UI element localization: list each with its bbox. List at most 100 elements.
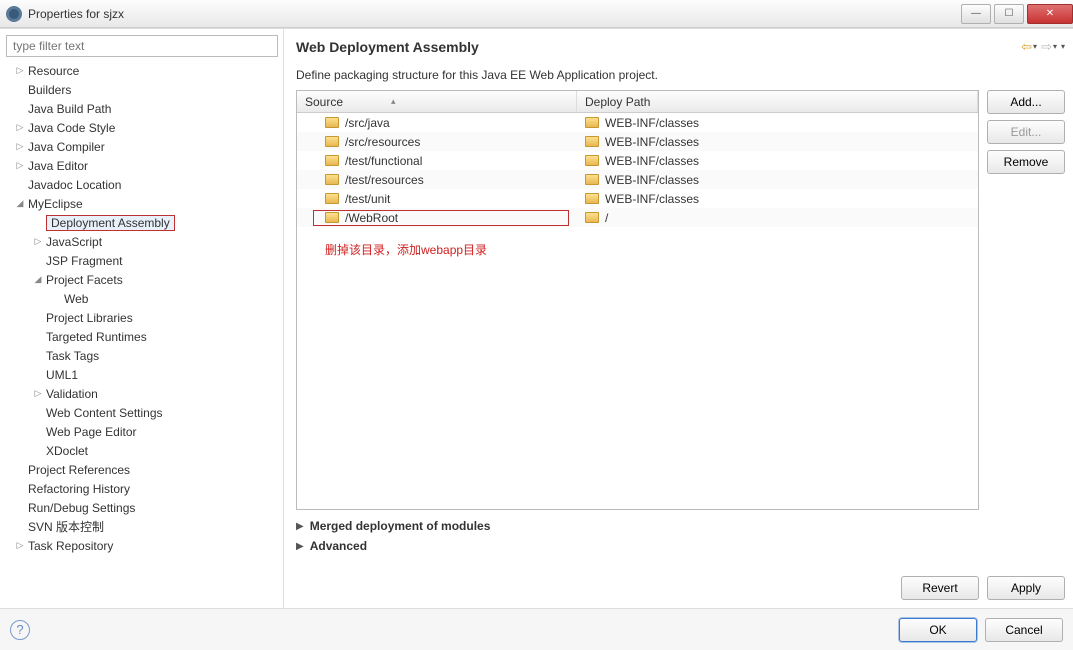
apply-button[interactable]: Apply — [987, 576, 1065, 600]
cell-source: /WebRoot — [297, 211, 577, 225]
revert-button[interactable]: Revert — [901, 576, 979, 600]
maximize-button[interactable]: ☐ — [994, 4, 1024, 24]
deploy-path: WEB-INF/classes — [605, 116, 699, 130]
column-deploy[interactable]: Deploy Path — [577, 91, 978, 112]
tree-item-refactoring-history[interactable]: Refactoring History — [6, 479, 279, 498]
tree-item-uml1[interactable]: UML1 — [6, 365, 279, 384]
annotation-text: 删掉该目录，添加webapp目录 — [297, 227, 978, 258]
triangle-right-icon: ▶ — [296, 541, 304, 552]
tree-item-label: Deployment Assembly — [46, 215, 175, 231]
tree-item-project-facets[interactable]: ◢Project Facets — [6, 270, 279, 289]
right-panel: Web Deployment Assembly ⇦▾ ⇨▾ ▾ Define p… — [284, 29, 1073, 608]
lower-buttons: Revert Apply — [296, 556, 1065, 608]
menu-dropdown-icon[interactable]: ▾ — [1061, 39, 1065, 55]
twisty-icon[interactable]: ▷ — [32, 236, 44, 247]
tree-item-jsp-fragment[interactable]: JSP Fragment — [6, 251, 279, 270]
tree-item-project-references[interactable]: Project References — [6, 460, 279, 479]
twisty-icon[interactable]: ▷ — [14, 122, 26, 133]
tree-item-label: JSP Fragment — [46, 254, 122, 268]
column-source[interactable]: Source ▴ — [297, 91, 577, 112]
tree-item-myeclipse[interactable]: ◢MyEclipse — [6, 194, 279, 213]
folder-icon — [325, 174, 339, 185]
remove-button[interactable]: Remove — [987, 150, 1065, 174]
ok-button[interactable]: OK — [899, 618, 977, 642]
table-row[interactable]: /src/java WEB-INF/classes — [297, 113, 978, 132]
tree-item-java-build-path[interactable]: Java Build Path — [6, 99, 279, 118]
tree-item-resource[interactable]: ▷Resource — [6, 61, 279, 80]
twisty-icon[interactable]: ▷ — [14, 141, 26, 152]
tree-item-web-page-editor[interactable]: Web Page Editor — [6, 422, 279, 441]
window-controls: — ☐ ✕ — [958, 4, 1073, 24]
minimize-button[interactable]: — — [961, 4, 991, 24]
table-row[interactable]: /test/resourcesWEB-INF/classes — [297, 170, 978, 189]
edit-button[interactable]: Edit... — [987, 120, 1065, 144]
source-path: /src/java — [345, 116, 390, 130]
tree-item-project-libraries[interactable]: Project Libraries — [6, 308, 279, 327]
twisty-icon[interactable]: ◢ — [32, 274, 44, 285]
tree-item-run-debug-settings[interactable]: Run/Debug Settings — [6, 498, 279, 517]
tree-item-java-compiler[interactable]: ▷Java Compiler — [6, 137, 279, 156]
back-arrow-icon[interactable]: ⇦▾ — [1021, 39, 1037, 55]
tree-item-label: Project Facets — [46, 273, 123, 287]
tree-item-task-tags[interactable]: Task Tags — [6, 346, 279, 365]
twisty-icon[interactable]: ◢ — [14, 198, 26, 209]
cell-deploy: WEB-INF/classes — [577, 116, 978, 130]
tree-item-task-repository[interactable]: ▷Task Repository — [6, 536, 279, 555]
deploy-path: WEB-INF/classes — [605, 135, 699, 149]
tree-item-label: Javadoc Location — [28, 178, 121, 192]
tree-item-javadoc-location[interactable]: Javadoc Location — [6, 175, 279, 194]
content-area: ▷ResourceBuildersJava Build Path▷Java Co… — [0, 28, 1073, 608]
panel-description: Define packaging structure for this Java… — [296, 68, 1065, 82]
add-button[interactable]: Add... — [987, 90, 1065, 114]
property-tree[interactable]: ▷ResourceBuildersJava Build Path▷Java Co… — [4, 61, 279, 602]
tree-item-svn-[interactable]: SVN 版本控制 — [6, 517, 279, 536]
table-row[interactable]: /src/resourcesWEB-INF/classes — [297, 132, 978, 151]
table-row[interactable]: /WebRoot / — [297, 208, 978, 227]
tree-item-label: Java Code Style — [28, 121, 115, 135]
cancel-button[interactable]: Cancel — [985, 618, 1063, 642]
folder-icon — [325, 155, 339, 166]
tree-item-deployment-assembly[interactable]: Deployment Assembly — [6, 213, 279, 232]
table-row[interactable]: /test/unitWEB-INF/classes — [297, 189, 978, 208]
tree-item-java-code-style[interactable]: ▷Java Code Style — [6, 118, 279, 137]
tree-item-label: Task Tags — [46, 349, 99, 363]
folder-icon — [585, 117, 599, 128]
merged-label: Merged deployment of modules — [310, 519, 491, 533]
merged-collapser[interactable]: ▶ Merged deployment of modules — [296, 516, 1065, 536]
deploy-path: / — [605, 211, 608, 225]
tree-item-web[interactable]: Web — [6, 289, 279, 308]
twisty-icon[interactable]: ▷ — [32, 388, 44, 399]
twisty-icon[interactable]: ▷ — [14, 65, 26, 76]
folder-icon — [585, 193, 599, 204]
tree-item-validation[interactable]: ▷Validation — [6, 384, 279, 403]
side-buttons: Add... Edit... Remove — [987, 90, 1065, 510]
tree-item-web-content-settings[interactable]: Web Content Settings — [6, 403, 279, 422]
assembly-table[interactable]: Source ▴ Deploy Path /src/java WEB-INF/cl… — [296, 90, 979, 510]
triangle-right-icon: ▶ — [296, 521, 304, 532]
twisty-icon[interactable]: ▷ — [14, 540, 26, 551]
table-row[interactable]: /test/functionalWEB-INF/classes — [297, 151, 978, 170]
tree-item-targeted-runtimes[interactable]: Targeted Runtimes — [6, 327, 279, 346]
collapsers: ▶ Merged deployment of modules ▶ Advance… — [296, 516, 1065, 556]
cell-source: /test/functional — [297, 154, 577, 168]
folder-icon — [585, 174, 599, 185]
tree-item-label: Resource — [28, 64, 79, 78]
folder-icon — [325, 136, 339, 147]
help-icon[interactable]: ? — [10, 620, 30, 640]
tree-item-label: Java Compiler — [28, 140, 105, 154]
forward-arrow-icon[interactable]: ⇨▾ — [1041, 39, 1057, 55]
title-bar: Properties for sjzx — ☐ ✕ — [0, 0, 1073, 28]
tree-item-xdoclet[interactable]: XDoclet — [6, 441, 279, 460]
cell-deploy: WEB-INF/classes — [577, 154, 978, 168]
tree-item-label: JavaScript — [46, 235, 102, 249]
filter-input[interactable] — [6, 35, 278, 57]
folder-icon — [585, 155, 599, 166]
close-button[interactable]: ✕ — [1027, 4, 1073, 24]
tree-item-javascript[interactable]: ▷JavaScript — [6, 232, 279, 251]
twisty-icon[interactable]: ▷ — [14, 160, 26, 171]
advanced-collapser[interactable]: ▶ Advanced — [296, 536, 1065, 556]
panel-header: Web Deployment Assembly ⇦▾ ⇨▾ ▾ — [296, 35, 1065, 58]
folder-icon — [585, 212, 599, 223]
tree-item-builders[interactable]: Builders — [6, 80, 279, 99]
tree-item-java-editor[interactable]: ▷Java Editor — [6, 156, 279, 175]
